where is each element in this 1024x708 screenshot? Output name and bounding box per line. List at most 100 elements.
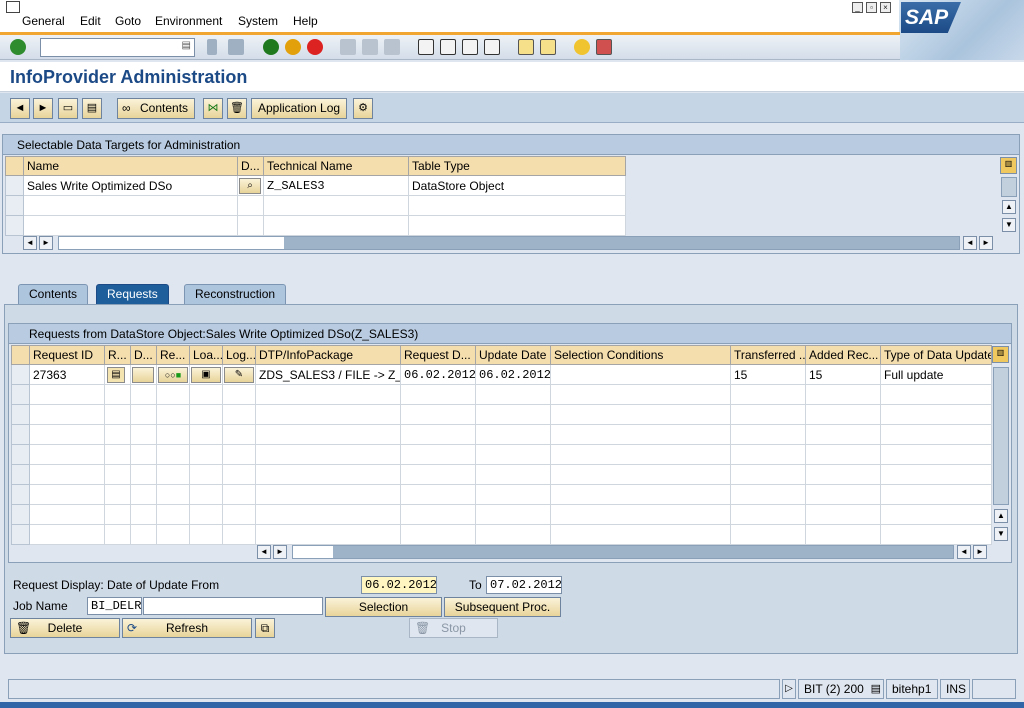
col-request-date[interactable]: Request D... xyxy=(400,345,476,365)
shortcut-icon[interactable] xyxy=(540,39,556,55)
col-update-date[interactable]: Update Date xyxy=(475,345,551,365)
targets-hscroll-thumb[interactable] xyxy=(59,237,284,249)
request-status-icon[interactable]: ▤ xyxy=(107,366,125,383)
find-next-icon[interactable] xyxy=(384,39,400,55)
windows-icon[interactable]: ⧉ xyxy=(255,618,275,638)
col-added-records[interactable]: Added Rec... xyxy=(805,345,881,365)
menu-options-icon[interactable] xyxy=(6,1,20,13)
col-transferred[interactable]: Transferred ... xyxy=(730,345,806,365)
column-layout-icon[interactable]: ▥ xyxy=(1000,157,1017,174)
col-request-id[interactable]: Request ID xyxy=(29,345,105,365)
col-table-type[interactable]: Table Type xyxy=(408,156,626,176)
previous-page-icon[interactable] xyxy=(440,39,456,55)
col-reporting[interactable]: Re... xyxy=(156,345,190,365)
tab-contents[interactable]: Contents xyxy=(18,284,89,304)
row-selector[interactable] xyxy=(11,404,30,425)
row-selector[interactable] xyxy=(11,444,30,465)
close-icon[interactable]: × xyxy=(880,2,891,13)
scroll-up-icon[interactable]: ▲ xyxy=(1002,200,1016,214)
row-selector[interactable] xyxy=(11,384,30,405)
table-row[interactable]: 27363 ▤ ○○■ ▣ ✎ ZDS_SALES3 / FILE -> Z_S… xyxy=(11,364,992,385)
select-all-cell[interactable] xyxy=(11,345,30,365)
row-selector[interactable] xyxy=(11,364,30,385)
tab-reconstruction[interactable]: Reconstruction xyxy=(184,284,287,304)
scroll-right-end-icon[interactable]: ► xyxy=(973,545,987,559)
system-info-icon[interactable]: ▤ xyxy=(871,680,881,698)
menu-help[interactable]: Help xyxy=(293,14,318,28)
requests-hscroll[interactable] xyxy=(292,545,954,559)
command-field[interactable]: ▤ xyxy=(40,38,195,57)
restore-icon[interactable]: ▫ xyxy=(866,2,877,13)
row-selector[interactable] xyxy=(11,504,30,525)
status-expand-icon[interactable]: ▷ xyxy=(782,679,796,699)
row-selector[interactable] xyxy=(5,215,24,236)
col-load[interactable]: Loa... xyxy=(189,345,223,365)
exit-icon[interactable] xyxy=(285,39,301,55)
job-name-extra-field[interactable] xyxy=(143,597,323,615)
col-dtp[interactable]: DTP/InfoPackage xyxy=(255,345,401,365)
col-request-status[interactable]: R... xyxy=(104,345,131,365)
monitor-icon[interactable]: ▣ xyxy=(191,366,221,383)
table-row[interactable]: Sales Write Optimized DSo ⌕ Z_SALES3 Dat… xyxy=(5,175,626,196)
row-selector[interactable] xyxy=(5,175,24,196)
scroll-left-icon[interactable]: ◄ xyxy=(257,545,271,559)
minimize-icon[interactable]: _ xyxy=(852,2,863,13)
col-details[interactable]: D... xyxy=(237,156,264,176)
magnifier-icon[interactable]: ⌕ xyxy=(239,177,261,194)
stop-button[interactable]: 🗑 Stop xyxy=(409,618,498,638)
collapse-icon[interactable] xyxy=(207,39,217,55)
delete-button[interactable]: 🗑 Delete xyxy=(10,618,120,638)
insert-mode[interactable]: INS xyxy=(940,679,970,699)
subsequent-proc-button[interactable]: Subsequent Proc. xyxy=(444,597,561,617)
scroll-left-icon[interactable]: ◄ xyxy=(23,236,37,250)
date-from-field[interactable]: 06.02.2012 xyxy=(361,576,437,594)
menu-edit[interactable]: Edit xyxy=(80,14,101,28)
trash-icon[interactable]: 🗑 xyxy=(227,98,247,119)
layout-icon[interactable]: ▭ xyxy=(58,98,78,119)
column-layout-icon[interactable]: ▥ xyxy=(992,346,1009,363)
next-page-icon[interactable] xyxy=(462,39,478,55)
select-all-cell[interactable] xyxy=(5,156,24,176)
scroll-down-icon[interactable]: ▼ xyxy=(1002,218,1016,232)
requests-hscroll-thumb[interactable] xyxy=(293,546,333,558)
scroll-up-icon[interactable]: ▲ xyxy=(994,509,1008,523)
transport-icon[interactable]: ⋈ xyxy=(203,98,223,119)
cancel-icon[interactable] xyxy=(307,39,323,55)
first-page-icon[interactable] xyxy=(418,39,434,55)
create-session-icon[interactable] xyxy=(518,39,534,55)
scroll-right-end-icon[interactable]: ► xyxy=(979,236,993,250)
row-selector[interactable] xyxy=(11,464,30,485)
enter-check-icon[interactable] xyxy=(10,39,26,55)
requests-vscroll-thumb[interactable] xyxy=(993,367,1009,505)
scroll-right-icon[interactable]: ► xyxy=(273,545,287,559)
history-dropdown-icon[interactable]: ▤ xyxy=(182,40,191,51)
targets-vscroll-thumb[interactable] xyxy=(1001,177,1017,197)
back-icon[interactable] xyxy=(263,39,279,55)
date-to-field[interactable]: 07.02.2012 xyxy=(486,576,562,594)
forward-arrow-icon[interactable]: ► xyxy=(33,98,53,119)
col-selection-conditions[interactable]: Selection Conditions xyxy=(550,345,731,365)
menu-environment[interactable]: Environment xyxy=(155,14,222,28)
refresh-button[interactable]: ⟳ Refresh xyxy=(122,618,252,638)
help-icon[interactable] xyxy=(574,39,590,55)
scroll-left-end-icon[interactable]: ◄ xyxy=(957,545,971,559)
layout-menu-icon[interactable] xyxy=(596,39,612,55)
selection-button[interactable]: Selection xyxy=(325,597,442,617)
job-name-field[interactable]: BI_DELR xyxy=(87,597,142,615)
menu-system[interactable]: System xyxy=(238,14,278,28)
traffic-light-icon[interactable]: ○○■ xyxy=(158,366,188,383)
col-name[interactable]: Name xyxy=(23,156,238,176)
col-log[interactable]: Log... xyxy=(222,345,256,365)
scroll-down-icon[interactable]: ▼ xyxy=(994,527,1008,541)
menu-goto[interactable]: Goto xyxy=(115,14,141,28)
save-icon[interactable] xyxy=(228,39,244,55)
row-selector[interactable] xyxy=(11,424,30,445)
scroll-left-end-icon[interactable]: ◄ xyxy=(963,236,977,250)
row-selector[interactable] xyxy=(11,484,30,505)
col-update-type[interactable]: Type of Data Update xyxy=(880,345,992,365)
targets-hscroll[interactable] xyxy=(58,236,960,250)
col-data-status[interactable]: D... xyxy=(130,345,157,365)
tab-requests[interactable]: Requests xyxy=(96,284,169,304)
menu-general[interactable]: General xyxy=(22,14,65,28)
row-selector[interactable] xyxy=(11,524,30,545)
